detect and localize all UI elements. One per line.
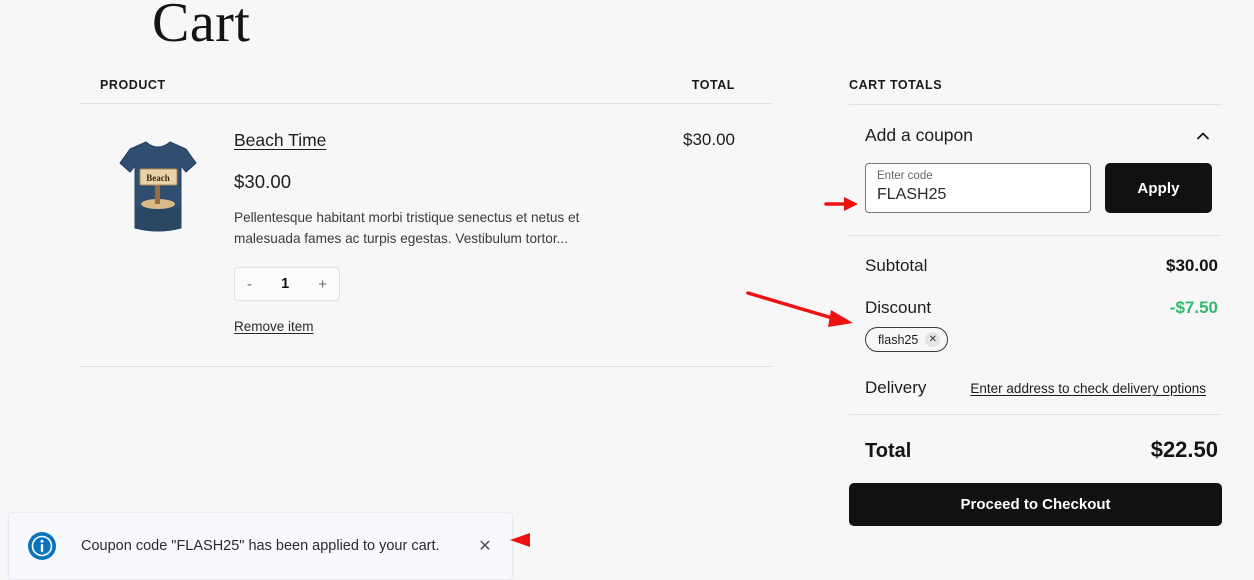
tshirt-beach-time-thumbnail-icon[interactable]: Beach xyxy=(116,136,200,236)
coupon-entry-row: Enter code FLASH25 Apply xyxy=(849,163,1222,213)
column-header-total: TOTAL xyxy=(691,78,735,92)
cart-totals-panel: CART TOTALS Add a coupon Enter code FLAS… xyxy=(849,78,1222,526)
coupon-section-title: Add a coupon xyxy=(865,125,974,145)
proceed-to-checkout-button[interactable]: Proceed to Checkout xyxy=(849,483,1222,526)
discount-row: Discount -$7.50 xyxy=(849,298,1222,318)
cart-page: Cart PRODUCT TOTAL Beach Beach Time $30.… xyxy=(0,0,1254,580)
cart-totals-heading: CART TOTALS xyxy=(849,78,1222,105)
svg-text:Beach: Beach xyxy=(146,173,170,183)
info-circle-icon xyxy=(28,532,56,560)
discount-value: -$7.50 xyxy=(1169,298,1218,317)
coupon-section: Add a coupon Enter code FLASH25 Apply xyxy=(849,105,1222,236)
applied-coupon-chip-label: flash25 xyxy=(878,332,919,347)
toast-message: Coupon code "FLASH25" has been applied t… xyxy=(81,538,440,554)
product-unit-price: $30.00 xyxy=(234,170,292,192)
delivery-row: Delivery Enter address to check delivery… xyxy=(849,378,1222,398)
grand-total-label: Total xyxy=(865,440,912,462)
totals-summary-section: Subtotal $30.00 Discount -$7.50 flash25 … xyxy=(849,236,1222,415)
coupon-input-label: Enter code xyxy=(877,170,933,182)
coupon-code-input[interactable]: Enter code FLASH25 xyxy=(865,163,1091,213)
table-header-row: PRODUCT TOTAL xyxy=(80,78,773,104)
applied-coupon-chip[interactable]: flash25 ✕ xyxy=(865,327,949,352)
coupon-input-value: FLASH25 xyxy=(877,186,947,203)
remove-item-link[interactable]: Remove item xyxy=(234,319,314,334)
product-line-total: $30.00 xyxy=(683,130,735,149)
coupon-applied-toast: Coupon code "FLASH25" has been applied t… xyxy=(8,512,513,580)
delivery-label: Delivery xyxy=(865,378,927,397)
subtotal-label: Subtotal xyxy=(865,256,928,275)
delivery-address-link[interactable]: Enter address to check delivery options xyxy=(970,381,1206,396)
product-info-cell: Beach Time $30.00 Pellentesque habitant … xyxy=(216,130,615,336)
toast-close-button[interactable]: ✕ xyxy=(474,535,496,557)
product-thumbnail-cell: Beach xyxy=(100,130,216,336)
cart-product-table: PRODUCT TOTAL Beach Beach Time $30.00 Pe… xyxy=(80,78,773,367)
grand-total-value: $22.50 xyxy=(1150,437,1218,462)
coupon-toggle-header[interactable]: Add a coupon xyxy=(849,121,1222,148)
quantity-increase-button[interactable]: + xyxy=(318,277,327,292)
grand-total-row: Total $22.50 xyxy=(849,415,1222,463)
quantity-value: 1 xyxy=(281,276,290,292)
discount-label: Discount xyxy=(865,298,932,317)
column-header-product: PRODUCT xyxy=(100,78,166,92)
quantity-stepper[interactable]: - 1 + xyxy=(234,267,340,301)
chevron-up-icon[interactable] xyxy=(1194,127,1212,145)
product-description: Pellentesque habitant morbi tristique se… xyxy=(234,209,580,246)
apply-coupon-button[interactable]: Apply xyxy=(1105,163,1212,213)
product-name-link[interactable]: Beach Time xyxy=(234,130,326,152)
remove-coupon-icon[interactable]: ✕ xyxy=(925,332,941,347)
quantity-decrease-button[interactable]: - xyxy=(247,277,252,292)
table-row: Beach Beach Time $30.00 Pellentesque hab… xyxy=(80,104,773,367)
applied-coupon-chip-wrap: flash25 ✕ xyxy=(849,318,1222,352)
subtotal-value: $30.00 xyxy=(1166,256,1218,275)
page-title: Cart xyxy=(152,0,251,54)
subtotal-row: Subtotal $30.00 xyxy=(849,256,1222,276)
